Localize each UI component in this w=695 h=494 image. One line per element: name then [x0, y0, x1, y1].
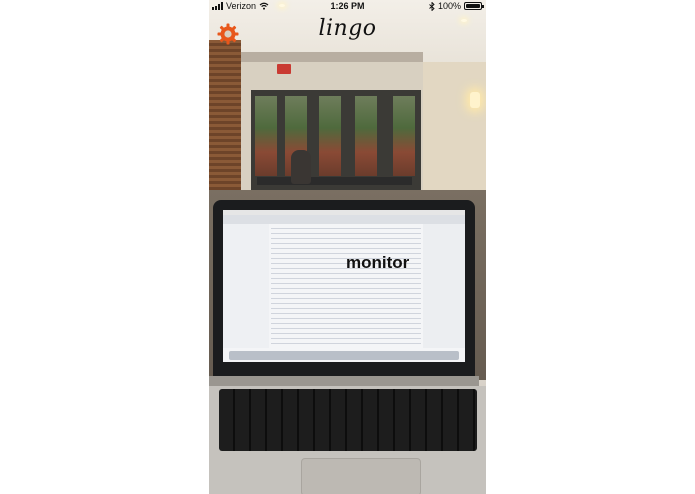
exit-sign	[277, 64, 291, 74]
window-pane	[255, 96, 277, 176]
app-title: lingo	[318, 16, 377, 41]
battery-icon	[464, 2, 484, 10]
camera-feed	[209, 0, 486, 494]
window-pane	[393, 96, 415, 176]
laptop-hinge	[209, 376, 479, 386]
laptop-tabbar	[223, 215, 465, 224]
status-bar: Verizon 1:26 PM 100%	[209, 0, 486, 14]
right-status-group: 100%	[429, 1, 484, 11]
laptop-keyboard	[219, 389, 477, 451]
wood-column	[209, 40, 241, 210]
background-person	[291, 150, 311, 184]
phone-screen: Verizon 1:26 PM 100% lingo monitor	[209, 0, 486, 494]
laptop-inspector	[423, 224, 465, 348]
background-desk	[257, 177, 412, 185]
window-pane	[319, 96, 341, 176]
wall-sconce	[470, 92, 480, 108]
window-pane	[355, 96, 377, 176]
detection-label: monitor	[346, 253, 410, 272]
laptop-dock	[229, 351, 459, 360]
battery-percent: 100%	[437, 1, 461, 11]
bluetooth-icon	[429, 1, 435, 11]
laptop-file-navigator	[223, 224, 269, 348]
laptop-trackpad	[301, 458, 421, 494]
ceiling-beam	[241, 52, 423, 62]
battery-fill	[466, 4, 480, 8]
laptop-code-editor	[271, 224, 421, 348]
laptop-screen	[223, 210, 465, 362]
